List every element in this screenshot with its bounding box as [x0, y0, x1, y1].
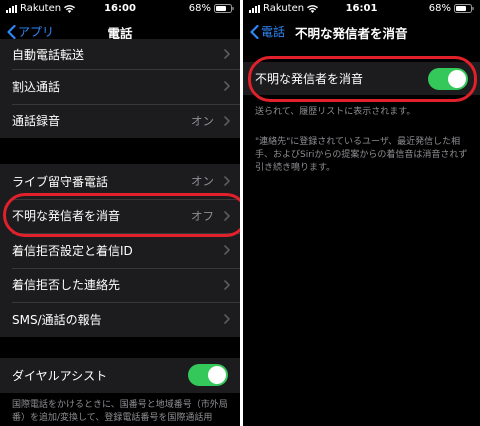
footnote-description: 送られて、履歴リストに表示されます。 [255, 107, 416, 117]
chevron-right-icon [224, 176, 230, 187]
list-item-live-voicemail[interactable]: ライブ留守番電話 オン [0, 164, 240, 199]
chevron-right-icon [224, 314, 230, 325]
list-item-call-recording[interactable]: 通話録音 オン [0, 103, 240, 139]
row-label: 割込通話 [12, 79, 61, 94]
list-item-dial-assist: ダイヤルアシスト [0, 358, 240, 393]
row-label: SMS/通話の報告 [12, 312, 102, 327]
chevron-right-icon [224, 49, 230, 59]
page-title: 不明な発信者を消音 [295, 26, 408, 41]
row-label: 着信拒否設定と着信ID [12, 243, 133, 258]
row-label: ライブ留守番電話 [12, 174, 109, 189]
row-label: 自動電話転送 [12, 47, 85, 62]
silence-unknown-callers-screen: Rakuten 16:01 68% 電話 不明な発信者を消音 不明な発信者を消音… [243, 0, 480, 426]
battery-icon [454, 4, 474, 13]
list-item-sms-call-reporting[interactable]: SMS/通話の報告 [0, 302, 240, 337]
toggle-knob [448, 69, 466, 88]
dial-assist-toggle[interactable] [188, 364, 228, 387]
status-bar: Rakuten 16:00 68% [0, 0, 240, 17]
list-item-call-blocking[interactable]: 着信拒否設定と着信ID [0, 233, 240, 268]
list-item-call-waiting[interactable]: 割込通話 [0, 69, 240, 104]
status-bar: Rakuten 16:01 68% [243, 0, 480, 17]
silence-unknown-group: 不明な発信者を消音 [243, 62, 480, 95]
settings-group-call-filtering: ライブ留守番電話 オン 不明な発信者を消音 オフ 着信拒否設定と着信ID 着信拒… [0, 164, 240, 337]
navigation-bar: 電話 不明な発信者を消音 [243, 17, 480, 45]
list-item-call-forwarding[interactable]: 自動電話転送 [0, 39, 240, 69]
settings-group-calls: 自動電話転送 割込通話 通話録音 オン [0, 39, 240, 138]
phone-settings-screen: Rakuten 16:00 68% アプリ 電話 自動電話転送 割込通話 通話録… [0, 0, 240, 426]
back-button[interactable]: 電話 [250, 23, 285, 40]
battery-indicator: 68% [429, 3, 474, 14]
footnote-contacts-note: "連絡先"に登録されているユーザ、最近発信した相手、およびSiriからの提案から… [255, 137, 468, 173]
list-item-blocked-contacts[interactable]: 着信拒否した連絡先 [0, 267, 240, 303]
battery-icon [214, 4, 234, 13]
row-label: 不明な発信者を消音 [255, 72, 364, 86]
row-value: オン [191, 113, 214, 128]
row-label: 不明な発信者を消音 [12, 209, 121, 224]
chevron-right-icon [224, 245, 230, 256]
battery-indicator: 68% [189, 3, 234, 14]
row-label: ダイヤルアシスト [12, 368, 108, 383]
back-button-label: 電話 [261, 25, 286, 39]
silence-unknown-callers-toggle[interactable] [428, 67, 468, 90]
row-value: オン [191, 174, 214, 189]
row-value: オフ [191, 208, 214, 223]
chevron-right-icon [224, 81, 230, 92]
chevron-right-icon [224, 210, 230, 221]
chevron-left-icon [250, 24, 259, 39]
row-label: 通話録音 [12, 114, 61, 129]
toggle-knob [208, 366, 226, 385]
list-item-silence-unknown-callers: 不明な発信者を消音 [243, 62, 480, 95]
battery-percent: 68% [428, 3, 451, 14]
dial-assist-footnote: 国際電話をかけるときに、国番号と地域番号（市外局番）を追加/変換して、登録電話番… [12, 400, 228, 423]
chevron-right-icon [224, 279, 230, 290]
row-label: 着信拒否した連絡先 [12, 278, 121, 293]
chevron-right-icon [224, 115, 230, 126]
battery-percent: 68% [188, 3, 211, 14]
list-item-silence-unknown-callers[interactable]: 不明な発信者を消音 オフ [0, 198, 240, 234]
settings-group-dial-assist: ダイヤルアシスト [0, 358, 240, 393]
